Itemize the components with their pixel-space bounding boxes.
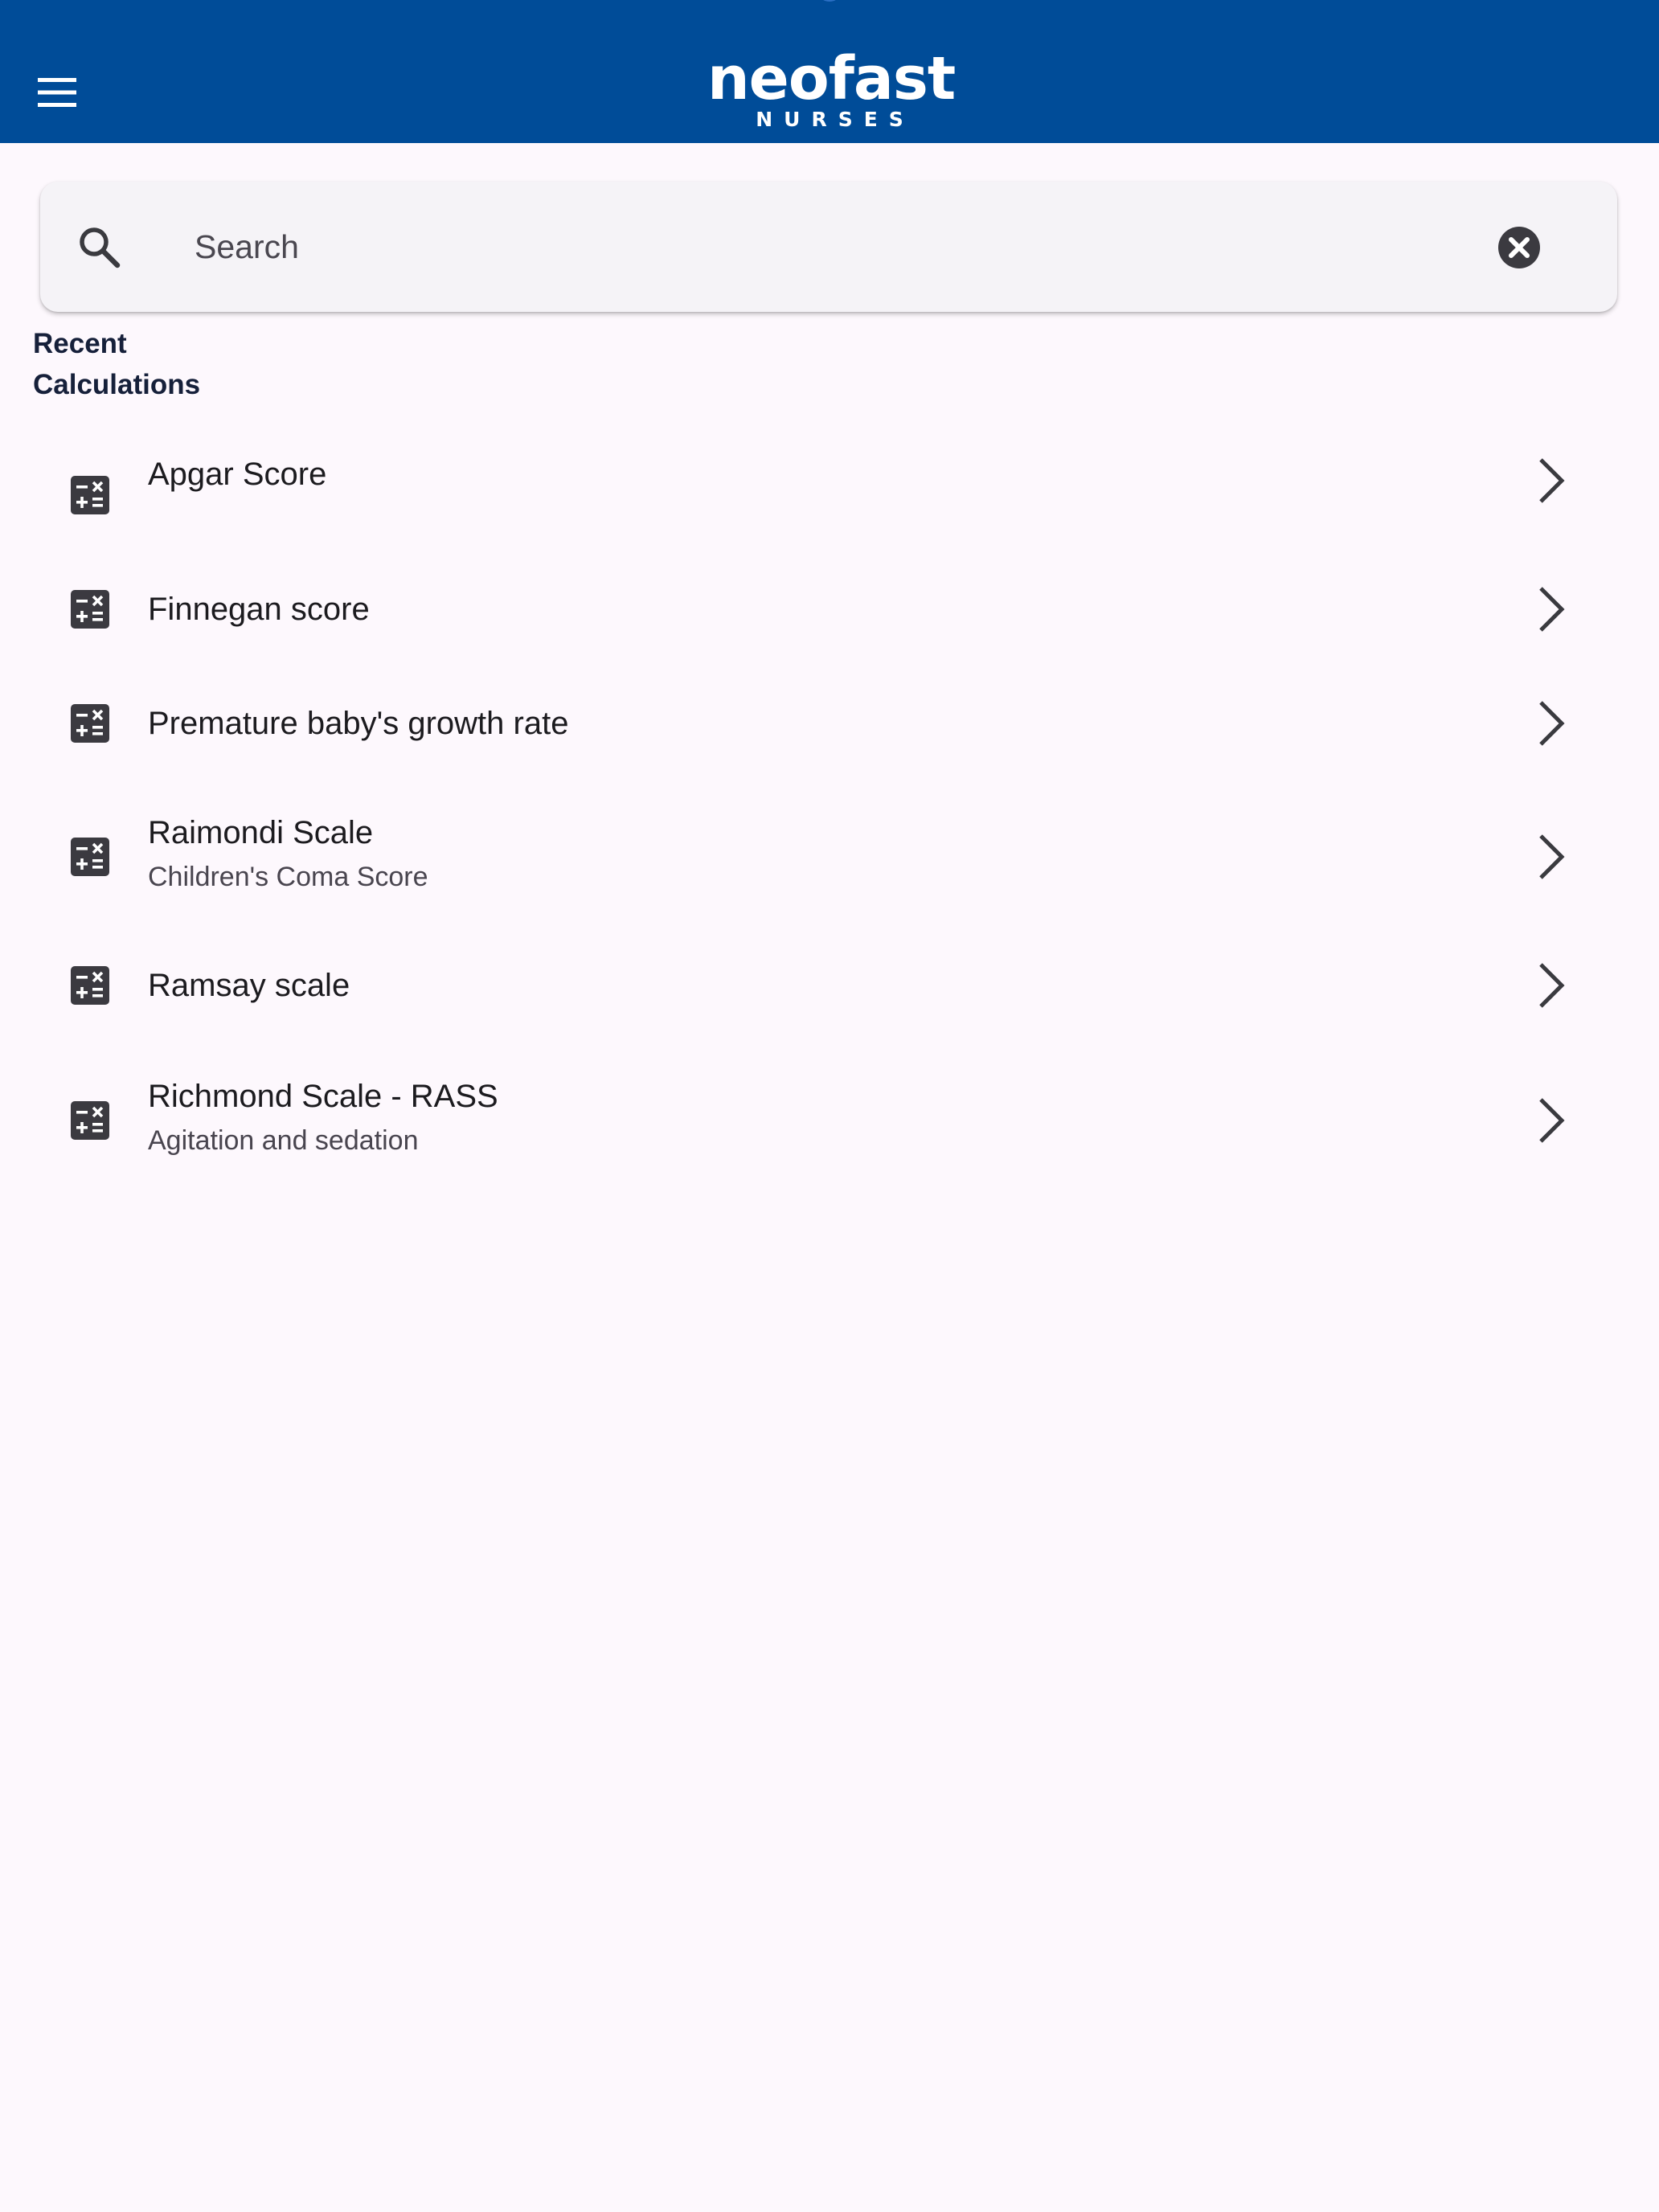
list-item-title: Ramsay scale bbox=[148, 968, 350, 1003]
app-logo: neofast NURSES bbox=[707, 44, 956, 137]
calculator-icon bbox=[71, 966, 109, 1005]
list-item-title: Premature baby's growth rate bbox=[148, 706, 569, 741]
calculator-icon bbox=[71, 476, 109, 514]
list-item[interactable]: Richmond Scale - RASS Agitation and sedat… bbox=[0, 1058, 1659, 1186]
list-item[interactable]: Ramsay scale bbox=[0, 942, 1659, 1035]
chevron-right-icon bbox=[1530, 698, 1569, 749]
calculator-icon bbox=[71, 704, 109, 743]
chevron-right-icon bbox=[1530, 584, 1569, 635]
list-item[interactable]: Raimondi Scale Children's Coma Score bbox=[0, 794, 1659, 923]
section-title-recent-calculations: Recent Calculations bbox=[33, 328, 201, 400]
chevron-right-icon bbox=[1530, 960, 1569, 1011]
logo-subtitle: NURSES bbox=[756, 108, 915, 131]
chevron-right-icon bbox=[1530, 455, 1569, 506]
list-item-title: Apgar Score bbox=[148, 457, 327, 492]
search-input[interactable] bbox=[156, 219, 1458, 275]
list-item-subtitle: Children's Coma Score bbox=[148, 862, 428, 892]
chevron-right-icon bbox=[1530, 1095, 1569, 1146]
list-item[interactable]: Premature baby's growth rate bbox=[0, 677, 1659, 770]
list-item-title: Raimondi Scale bbox=[148, 815, 374, 850]
search-icon[interactable] bbox=[76, 223, 122, 270]
list-item[interactable]: Finnegan score bbox=[0, 563, 1659, 656]
list-item[interactable]: Apgar Score bbox=[0, 418, 1659, 539]
camera-cutout bbox=[818, 0, 841, 2]
calculator-icon bbox=[71, 838, 109, 876]
calculator-icon bbox=[71, 1101, 109, 1140]
search-bar bbox=[40, 182, 1617, 312]
chevron-right-icon bbox=[1530, 831, 1569, 883]
menu-button[interactable] bbox=[23, 58, 92, 127]
hamburger-menu-icon bbox=[38, 78, 76, 107]
list-item-subtitle: Agitation and sedation bbox=[148, 1125, 419, 1156]
list-item-title: Richmond Scale - RASS bbox=[148, 1079, 498, 1114]
list-item-title: Finnegan score bbox=[148, 592, 370, 627]
clear-circle-icon[interactable] bbox=[1495, 223, 1543, 272]
app-bar: neofast NURSES bbox=[0, 0, 1659, 143]
logo-wordmark: neofast bbox=[707, 44, 956, 113]
calculator-icon bbox=[71, 590, 109, 629]
